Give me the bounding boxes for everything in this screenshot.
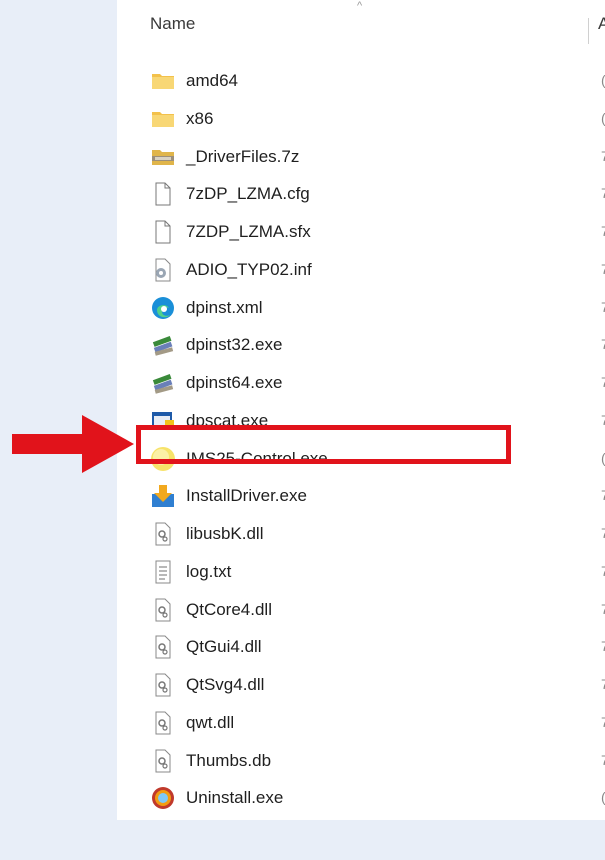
archive-icon xyxy=(150,144,176,170)
file-type-cell: 7 xyxy=(601,601,605,617)
file-row[interactable]: amd64 xyxy=(150,63,590,99)
file-type-cell: ( xyxy=(601,450,605,466)
file-type-cell: 7 xyxy=(601,563,605,579)
file-type-cell: 7 xyxy=(601,752,605,768)
file-type-cell: ( xyxy=(601,72,605,88)
folder-icon xyxy=(150,106,176,132)
file-name: _DriverFiles.7z xyxy=(186,147,300,166)
file-row[interactable]: QtCore4.dll xyxy=(150,592,590,628)
file-row[interactable]: 7zDP_LZMA.cfg xyxy=(150,176,590,212)
file-type-cell: 7 xyxy=(601,336,605,352)
file-row[interactable]: dpinst32.exe xyxy=(150,327,590,363)
text-file-icon xyxy=(150,559,176,585)
file-row[interactable]: QtSvg4.dll xyxy=(150,667,590,703)
file-type-cell: 7 xyxy=(601,714,605,730)
file-row[interactable]: InstallDriver.exe xyxy=(150,478,590,514)
setup-info-icon xyxy=(150,257,176,283)
file-name: QtSvg4.dll xyxy=(186,675,265,694)
file-type-cell: 7 xyxy=(601,299,605,315)
bottom-background xyxy=(0,820,605,860)
file-type-cell: ( xyxy=(601,110,605,126)
file-row[interactable]: x86 xyxy=(150,101,590,137)
dll-icon xyxy=(150,748,176,774)
file-name: 7ZDP_LZMA.sfx xyxy=(186,222,311,241)
highlight-box xyxy=(136,425,511,464)
file-type-cell: 7 xyxy=(601,148,605,164)
file-row[interactable]: ADIO_TYP02.inf xyxy=(150,252,590,288)
edge-icon xyxy=(150,295,176,321)
column-separator[interactable] xyxy=(588,18,589,44)
file-name: amd64 xyxy=(186,71,238,90)
file-name: QtCore4.dll xyxy=(186,600,272,619)
download-install-icon xyxy=(150,483,176,509)
file-name: dpinst.xml xyxy=(186,298,263,317)
file-name: libusbK.dll xyxy=(186,524,264,543)
file-type-cell: 7 xyxy=(601,412,605,428)
file-name: x86 xyxy=(186,109,214,128)
file-row[interactable]: 7ZDP_LZMA.sfx xyxy=(150,214,590,250)
blank-file-icon xyxy=(150,219,176,245)
file-type-cell: ( xyxy=(601,789,605,805)
column-header-next[interactable]: A xyxy=(598,14,605,34)
blank-file-icon xyxy=(150,181,176,207)
file-type-cell: 7 xyxy=(601,525,605,541)
file-name: QtGui4.dll xyxy=(186,637,262,656)
file-name: dpinst32.exe xyxy=(186,335,283,354)
file-type-cell: 7 xyxy=(601,185,605,201)
file-row[interactable]: log.txt xyxy=(150,554,590,590)
file-name: log.txt xyxy=(186,562,232,581)
file-row[interactable]: qwt.dll xyxy=(150,705,590,741)
dll-icon xyxy=(150,597,176,623)
file-type-cell: 7 xyxy=(601,223,605,239)
file-type-cell: 7 xyxy=(601,487,605,503)
file-name: Uninstall.exe xyxy=(186,788,284,807)
uninstall-icon xyxy=(150,785,176,811)
file-name: dpinst64.exe xyxy=(186,373,283,392)
file-name: ADIO_TYP02.inf xyxy=(186,260,312,279)
file-row[interactable]: Uninstall.exe xyxy=(150,780,590,816)
installer-icon xyxy=(150,332,176,358)
column-header-name[interactable]: Name xyxy=(150,14,195,34)
folder-icon xyxy=(150,68,176,94)
file-row[interactable]: _DriverFiles.7z xyxy=(150,139,590,175)
red-arrow-icon xyxy=(12,415,134,473)
file-row[interactable]: libusbK.dll xyxy=(150,516,590,552)
file-name: 7zDP_LZMA.cfg xyxy=(186,184,310,203)
dll-icon xyxy=(150,672,176,698)
file-type-cell: 7 xyxy=(601,374,605,390)
file-row[interactable]: QtGui4.dll xyxy=(150,629,590,665)
file-row[interactable]: Thumbs.db xyxy=(150,743,590,779)
dll-icon xyxy=(150,634,176,660)
file-row[interactable]: dpinst.xml xyxy=(150,290,590,326)
installer-icon xyxy=(150,370,176,396)
sort-indicator-icon: ^ xyxy=(357,0,363,12)
dll-icon xyxy=(150,710,176,736)
file-row[interactable]: dpinst64.exe xyxy=(150,365,590,401)
file-type-cell: 7 xyxy=(601,676,605,692)
file-name: qwt.dll xyxy=(186,713,235,732)
file-name: Thumbs.db xyxy=(186,751,272,770)
file-type-cell: 7 xyxy=(601,261,605,277)
dll-icon xyxy=(150,521,176,547)
file-name: InstallDriver.exe xyxy=(186,486,307,505)
file-type-cell: 7 xyxy=(601,638,605,654)
